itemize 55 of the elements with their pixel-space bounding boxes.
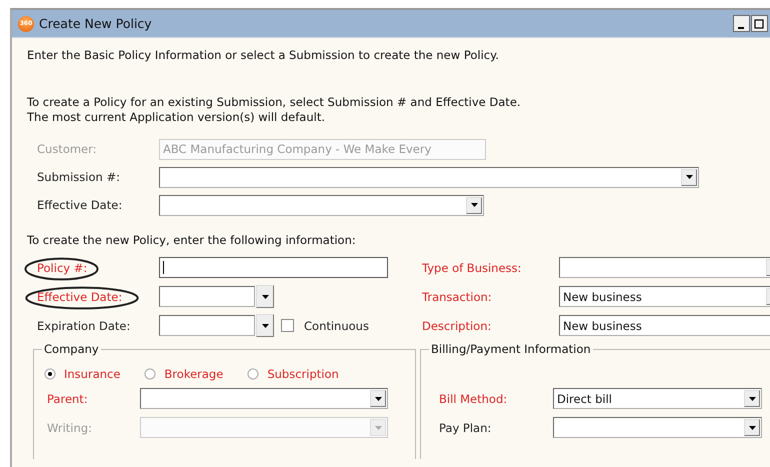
dropdown-button[interactable]	[744, 390, 760, 407]
maximize-icon	[754, 18, 764, 28]
checkbox[interactable]	[281, 319, 294, 332]
field-label: Writing:	[47, 420, 93, 434]
group-title: Company	[42, 342, 101, 356]
field-label: Customer:	[37, 142, 98, 156]
dropdown-field[interactable]	[159, 166, 699, 188]
checkbox-label: Continuous	[304, 318, 369, 332]
field-label: Pay Plan:	[439, 420, 492, 434]
field-label: Description:	[422, 318, 492, 332]
intro-text: Enter the Basic Policy Information or select a Submission to create the new Policy.	[27, 48, 500, 64]
window-title: Create New Policy	[39, 16, 152, 31]
caret-icon	[374, 396, 382, 400]
dropdown-button[interactable]	[744, 419, 760, 436]
field-label: Type of Business:	[422, 260, 522, 274]
dropdown-field[interactable]: Direct bill	[553, 388, 762, 409]
caret-icon	[262, 324, 268, 328]
caret-icon	[470, 203, 478, 207]
field-label: Effective Date:	[37, 290, 122, 304]
dropdown-button[interactable]	[466, 196, 482, 214]
dropdown-field[interactable]: New business	[559, 286, 770, 307]
field-label: Bill Method:	[439, 392, 508, 406]
radio-option[interactable]: Subscription	[247, 366, 339, 380]
caret-icon	[748, 426, 756, 430]
caret-icon	[686, 175, 692, 179]
maximize-button[interactable]	[750, 15, 768, 32]
dropdown-field[interactable]	[553, 417, 762, 438]
group-title: Billing/Payment Information	[429, 342, 593, 356]
dropdown-field[interactable]	[559, 257, 770, 278]
radio-option[interactable]: Insurance	[44, 366, 120, 380]
radio-option[interactable]: Brokerage	[144, 366, 224, 380]
caret-icon	[262, 294, 268, 298]
field-label: Effective Date:	[37, 198, 124, 212]
dropdown-button[interactable]	[256, 314, 274, 337]
instruction-text: The most current Application version(s) will default.	[27, 110, 326, 125]
date-dropdown[interactable]	[159, 285, 274, 308]
field-label: Parent:	[47, 392, 89, 406]
text-field[interactable]: New business	[559, 315, 770, 336]
date-dropdown[interactable]	[159, 314, 274, 337]
instruction-text: To create the new Policy, enter the following information:	[27, 233, 357, 249]
field-label: Expiration Date:	[37, 318, 130, 332]
minimize-icon	[738, 26, 744, 28]
field-label: Transaction:	[422, 290, 493, 304]
field-label: Submission #:	[37, 170, 121, 184]
dropdown-field[interactable]	[159, 194, 484, 216]
dropdown-field[interactable]	[140, 388, 388, 409]
minimize-button[interactable]	[732, 15, 750, 32]
field-label: Policy #:	[37, 260, 88, 274]
dropdown-button[interactable]	[256, 285, 274, 308]
text-field[interactable]	[159, 257, 388, 278]
dropdown-button[interactable]	[681, 168, 697, 186]
caret-icon	[748, 396, 756, 400]
caret-icon	[374, 426, 382, 430]
instruction-text: To create a Policy for an existing Submission, select Submission # and Effective Date.	[27, 95, 522, 110]
dropdown-button[interactable]	[370, 390, 386, 407]
